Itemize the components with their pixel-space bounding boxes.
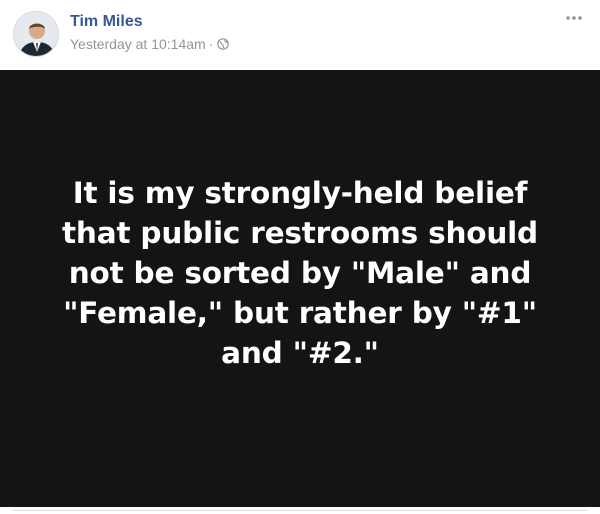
post-meta: Yesterday at 10:14am · (70, 36, 230, 52)
post-divider (13, 510, 587, 511)
post-timestamp[interactable]: Yesterday at 10:14am (70, 36, 206, 52)
globe-icon[interactable] (217, 38, 230, 50)
quote-line: "Female," but rather by "#1" (63, 295, 537, 330)
quote-line: It is my strongly-held belief (72, 175, 528, 210)
more-options-icon[interactable] (565, 14, 583, 22)
quote-line: and "#2." (221, 335, 379, 370)
meta-separator: · (208, 36, 214, 52)
facebook-post: Tim Miles Yesterday at 10:14am · It is m… (0, 0, 600, 514)
post-header: Tim Miles Yesterday at 10:14am · (0, 0, 600, 70)
quote-line: that public restrooms should (62, 215, 538, 250)
image-quote-text: It is my strongly-held belief that publi… (20, 173, 580, 373)
quote-line: not be sorted by "Male" and (68, 255, 532, 290)
post-image[interactable]: It is my strongly-held belief that publi… (0, 70, 600, 507)
avatar-image (14, 12, 58, 56)
author-avatar[interactable] (13, 11, 59, 57)
author-name-link[interactable]: Tim Miles (70, 13, 143, 31)
